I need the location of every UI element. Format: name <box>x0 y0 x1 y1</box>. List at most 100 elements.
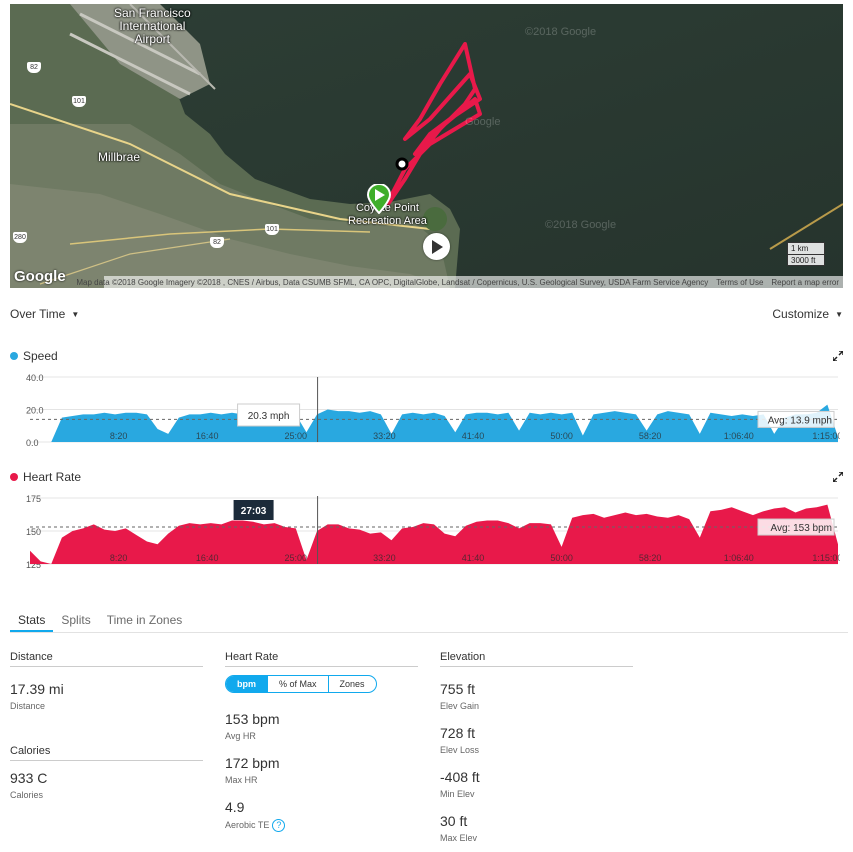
road-shield: 101 <box>265 224 279 235</box>
max-hr-value: 172 bpm <box>225 755 280 771</box>
hr-toggle-percent-max[interactable]: % of Max <box>267 676 328 692</box>
hr-chart-header: Heart Rate <box>10 470 843 484</box>
x-tick-label: 33:20 <box>373 553 396 563</box>
x-tick-label: 58:20 <box>639 431 662 441</box>
elev-loss-value: 728 ft <box>440 725 476 741</box>
x-tick-label: 50:00 <box>550 553 573 563</box>
play-icon <box>431 239 443 254</box>
tab-time-in-zones[interactable]: Time in Zones <box>99 612 191 632</box>
speed-chart[interactable]: 40.0 20.0 0.0 8:20 16:40 25:00 33:20 41:40 50:00… <box>10 368 840 450</box>
min-elev-value: -408 ft <box>440 769 480 785</box>
series-area <box>30 504 838 564</box>
aerobic-te-value: 4.9 <box>225 799 245 815</box>
expand-icon[interactable] <box>833 472 843 482</box>
average-label: Avg: 13.9 mph <box>757 410 835 428</box>
x-tick-label: 25:00 <box>285 431 308 441</box>
average-label-text: Avg: 13.9 mph <box>768 415 832 426</box>
expand-icon[interactable] <box>833 351 843 361</box>
view-dropdown-label: Over Time <box>10 307 66 321</box>
x-tick-label: 41:40 <box>462 431 485 441</box>
map-attribution: Map data ©2018 Google Imagery ©2018 , CN… <box>76 277 709 287</box>
speed-legend: Speed <box>10 349 58 363</box>
calories-value: 933 C <box>10 770 48 786</box>
start-marker-icon[interactable] <box>366 183 392 215</box>
caret-down-icon: ▼ <box>71 309 80 319</box>
aerobic-te-label: Aerobic TE <box>225 819 270 830</box>
report-error-link[interactable]: Report a map error <box>771 278 839 287</box>
stats-column-heart-rate: Heart Rate bpm % of Max Zones 153 bpm Av… <box>225 651 418 832</box>
hr-chart[interactable]: 1751501258:2016:4025:0033:2041:4050:0058… <box>10 490 840 568</box>
speed-chart-header: Speed <box>10 349 843 363</box>
hr-toggle-zones[interactable]: Zones <box>327 676 376 692</box>
distance-heading: Distance <box>10 651 203 667</box>
x-tick-label: 41:40 <box>462 553 485 563</box>
hr-legend-dot <box>10 473 18 481</box>
max-hr-label: Max HR <box>225 775 258 785</box>
scale-km: 1 km <box>791 244 809 253</box>
stats-tabs: Stats Splits Time in Zones <box>10 612 848 633</box>
chart-toolbar: Over Time ▼ Customize ▼ <box>10 306 843 322</box>
hr-chart-title: Heart Rate <box>23 470 82 484</box>
play-button[interactable] <box>423 233 450 260</box>
x-tick-label: 16:40 <box>196 431 219 441</box>
map-scale: 1 km 3000 ft <box>787 242 825 266</box>
speed-tooltip-text: 20.3 mph <box>248 411 290 422</box>
elev-gain-label: Elev Gain <box>440 701 480 711</box>
x-tick-label: 1:15:00 <box>812 553 840 563</box>
y-tick-label: 175 <box>26 494 41 504</box>
customize-label: Customize <box>772 307 830 321</box>
hr-unit-toggle[interactable]: bpm % of Max Zones <box>225 675 377 693</box>
speed-tooltip: 20.3 mph <box>237 403 301 427</box>
time-flag: 27:03 <box>233 500 274 520</box>
x-tick-label: 8:20 <box>110 431 128 441</box>
route-map[interactable]: San Francisco International Airport Mill… <box>10 4 843 288</box>
time-flag-text: 27:03 <box>241 506 267 517</box>
airport-label: San Francisco International Airport <box>114 6 191 46</box>
hr-toggle-bpm[interactable]: bpm <box>226 676 267 692</box>
terms-link[interactable]: Terms of Use <box>716 278 763 287</box>
scale-ft: 3000 ft <box>788 254 824 265</box>
average-label: Avg: 153 bpm <box>757 518 835 536</box>
x-tick-label: 1:15:00 <box>812 431 840 441</box>
tab-stats[interactable]: Stats <box>10 612 54 632</box>
x-tick-label: 50:00 <box>550 431 573 441</box>
caret-down-icon: ▼ <box>835 309 843 319</box>
customize-dropdown[interactable]: Customize ▼ <box>772 307 843 321</box>
y-tick-label: 150 <box>26 527 41 537</box>
road-shield: 101 <box>72 96 86 107</box>
hr-heading: Heart Rate <box>225 651 418 667</box>
avg-hr-value: 153 bpm <box>225 711 280 727</box>
average-label-text: Avg: 153 bpm <box>770 523 832 534</box>
y-tick-label: 0.0 <box>26 438 39 448</box>
road-shield: 82 <box>27 62 41 73</box>
x-tick-label: 1:06:40 <box>724 553 754 563</box>
speed-legend-dot <box>10 352 18 360</box>
x-tick-label: 25:00 <box>285 553 308 563</box>
help-icon[interactable]: ? <box>272 819 286 832</box>
stats-column-elevation: Elevation 755 ft Elev Gain 728 ft Elev L… <box>440 651 633 843</box>
max-elev-value: 30 ft <box>440 813 468 829</box>
road-shield: 280 <box>13 232 27 243</box>
speed-chart-title: Speed <box>23 349 58 363</box>
road-shield: 82 <box>210 237 224 248</box>
map-watermark: ©2018 Google <box>525 26 597 38</box>
series-area <box>30 404 838 442</box>
distance-value: 17.39 mi <box>10 681 64 697</box>
min-elev-label: Min Elev <box>440 789 475 799</box>
hr-legend: Heart Rate <box>10 470 81 484</box>
x-tick-label: 8:20 <box>110 553 128 563</box>
aerobic-te-label-row: Aerobic TE? <box>225 819 418 832</box>
hr-chart-plot[interactable]: 1751501258:2016:4025:0033:2041:4050:0058… <box>10 490 840 568</box>
map-watermark: ©2018 Google <box>545 219 617 231</box>
map-watermark: Google <box>465 116 501 128</box>
elevation-heading: Elevation <box>440 651 633 667</box>
x-tick-label: 58:20 <box>639 553 662 563</box>
tab-splits[interactable]: Splits <box>53 612 98 632</box>
view-dropdown[interactable]: Over Time ▼ <box>10 307 79 321</box>
y-tick-label: 20.0 <box>26 406 44 416</box>
calories-heading: Calories <box>10 745 203 761</box>
google-logo: Google <box>14 268 66 285</box>
speed-chart-plot[interactable]: 40.0 20.0 0.0 8:20 16:40 25:00 33:20 41:40 50:00… <box>10 368 840 450</box>
x-tick-label: 16:40 <box>196 553 219 563</box>
avg-hr-label: Avg HR <box>225 731 256 741</box>
